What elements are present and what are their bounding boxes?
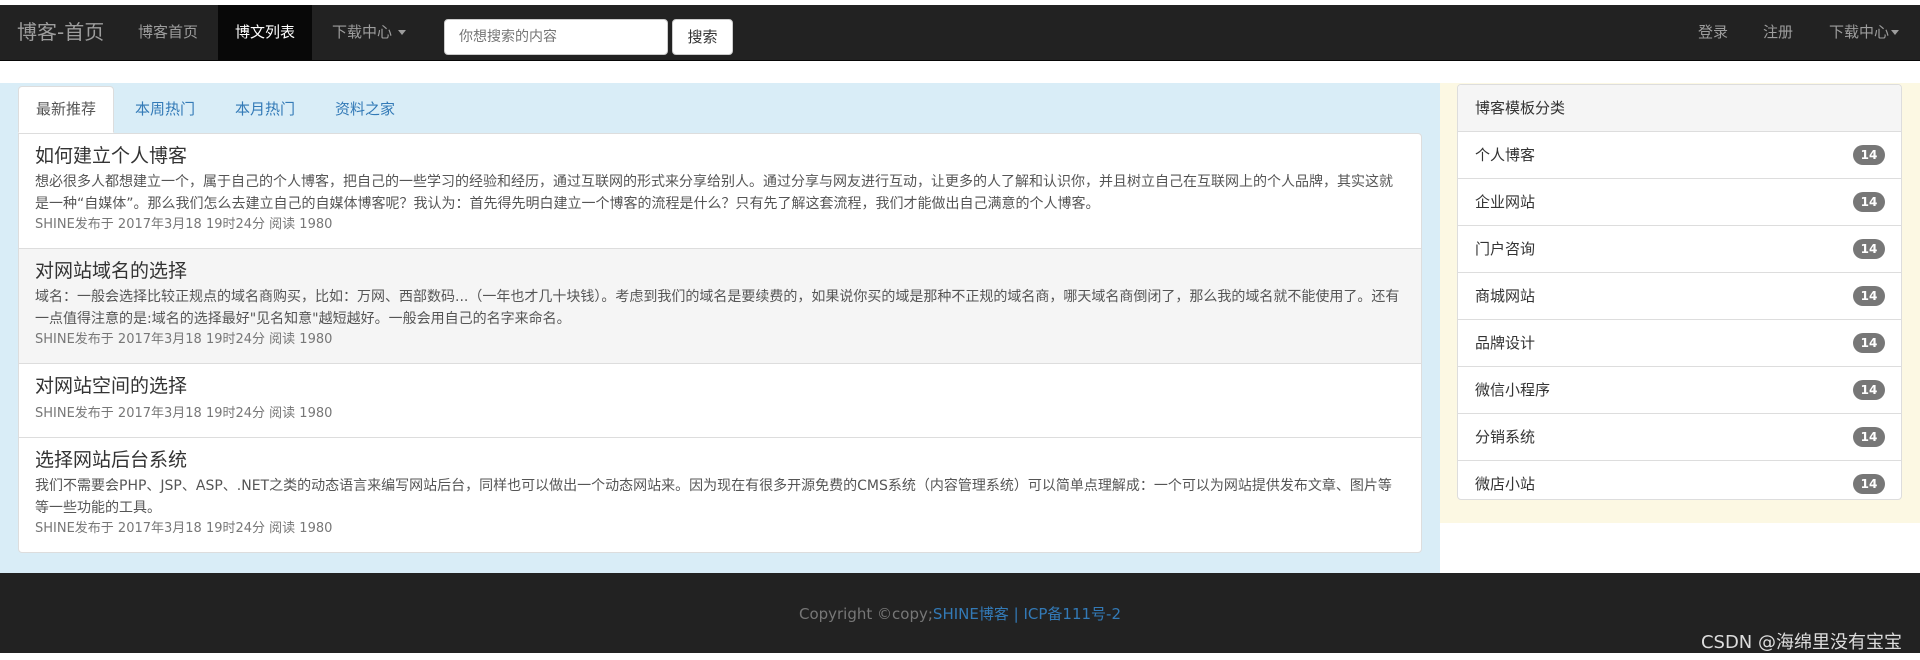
bottom-strip <box>0 653 1920 660</box>
sidebar-item-label: 品牌设计 <box>1475 334 1536 352</box>
caret-down-icon <box>1891 30 1900 35</box>
navbar: 博客-首页 博客首页 博文列表 下载中心 搜索 登录 注册 下载中心 <box>0 5 1920 61</box>
sidebar-item-brand-design[interactable]: 品牌设计 14 <box>1458 320 1901 367</box>
search-input[interactable] <box>444 19 668 55</box>
nav-item-register[interactable]: 注册 <box>1746 5 1810 60</box>
tab-weekly-hot[interactable]: 本周热门 <box>118 86 212 133</box>
footer-link-blog[interactable]: SHINE博客 <box>933 605 1009 623</box>
sidebar-item-label: 商城网站 <box>1475 287 1536 305</box>
caret-down-icon <box>398 30 407 35</box>
footer: Copyright ©copy;SHINE博客 | ICP备111号-2 CSD… <box>0 573 1920 653</box>
sidebar-item-label: 企业网站 <box>1475 193 1536 211</box>
count-badge: 14 <box>1853 192 1885 212</box>
article-summary: 我们不需要会PHP、JSP、ASP、.NET之类的动态语言来编写网站后台，同样也… <box>35 478 1392 516</box>
template-category-panel: 博客模板分类 个人博客 14 企业网站 14 门户咨询 14 商城网站 14 品牌设计 1… <box>1457 84 1902 500</box>
article-meta: SHINE发布于 2017年3月18 19时24分 阅读 1980 <box>35 332 333 347</box>
list-item[interactable]: 选择网站后台系统 我们不需要会PHP、JSP、ASP、.NET之类的动态语言来编… <box>19 438 1421 552</box>
nav-item-article-list[interactable]: 博文列表 <box>218 5 313 60</box>
count-badge: 14 <box>1853 145 1885 165</box>
nav-item-login[interactable]: 登录 <box>1681 5 1745 60</box>
nav-item-home[interactable]: 博客首页 <box>121 5 215 60</box>
nav-item-download-center[interactable]: 下载中心 <box>315 5 423 60</box>
tab-resources[interactable]: 资料之家 <box>318 86 412 133</box>
article-title[interactable]: 选择网站后台系统 <box>35 448 1405 472</box>
article-list: 如何建立个人博客 想必很多人都想建立一个，属于自己的个人博客，把自己的一些学习的… <box>18 133 1422 553</box>
count-badge: 14 <box>1853 474 1885 494</box>
sidebar-item-mall-site[interactable]: 商城网站 14 <box>1458 273 1901 320</box>
nav-item-download-center-right[interactable]: 下载中心 <box>1812 5 1907 60</box>
count-badge: 14 <box>1853 427 1885 447</box>
article-meta: SHINE发布于 2017年3月18 19时24分 阅读 1980 <box>35 406 333 421</box>
sidebar-item-micro-store[interactable]: 微店小站 14 <box>1458 461 1901 507</box>
sidebar-item-label: 个人博客 <box>1475 146 1536 164</box>
article-title[interactable]: 对网站空间的选择 <box>35 374 1405 398</box>
article-meta: SHINE发布于 2017年3月18 19时24分 阅读 1980 <box>35 217 333 232</box>
tab-latest[interactable]: 最新推荐 <box>18 86 115 133</box>
sidebar-item-personal-blog[interactable]: 个人博客 14 <box>1458 132 1901 179</box>
article-summary: 域名：一般会选择比较正规点的域名商购买，比如：万网、西部数码...（一年也才几十… <box>35 289 1400 327</box>
list-item[interactable]: 对网站空间的选择 SHINE发布于 2017年3月18 19时24分 阅读 19… <box>19 364 1421 438</box>
search-button[interactable]: 搜索 <box>672 19 733 55</box>
sidebar-item-label: 分销系统 <box>1475 428 1536 446</box>
copyright-text: Copyright ©copy; <box>798 605 933 623</box>
nav-item-download-label: 下载中心 <box>332 23 393 41</box>
article-meta: SHINE发布于 2017年3月18 19时24分 阅读 1980 <box>35 521 333 536</box>
panel-heading: 博客模板分类 <box>1458 85 1901 132</box>
tab-monthly-hot[interactable]: 本月热门 <box>218 86 312 133</box>
csdn-watermark: CSDN @海绵里没有宝宝 <box>1700 632 1902 653</box>
sidebar-item-mini-program[interactable]: 微信小程序 14 <box>1458 367 1901 414</box>
article-summary: 想必很多人都想建立一个，属于自己的个人博客，把自己的一些学习的经验和经历，通过互… <box>35 174 1393 212</box>
count-badge: 14 <box>1853 333 1885 353</box>
sidebar-item-enterprise-site[interactable]: 企业网站 14 <box>1458 179 1901 226</box>
article-title[interactable]: 对网站域名的选择 <box>35 259 1405 283</box>
list-item[interactable]: 如何建立个人博客 想必很多人都想建立一个，属于自己的个人博客，把自己的一些学习的… <box>19 134 1421 249</box>
article-title[interactable]: 如何建立个人博客 <box>35 144 1405 168</box>
count-badge: 14 <box>1853 380 1885 400</box>
main-content: 最新推荐 本周热门 本月热门 资料之家 如何建立个人博客 想必很多人都想建立一个… <box>0 83 1440 573</box>
count-badge: 14 <box>1853 239 1885 259</box>
footer-link-icp[interactable]: ICP备111号-2 <box>1023 605 1121 623</box>
sidebar-item-label: 微信小程序 <box>1475 381 1551 399</box>
footer-separator: | <box>1013 605 1019 623</box>
count-badge: 14 <box>1853 286 1885 306</box>
brand-link[interactable]: 博客-首页 <box>17 5 104 60</box>
list-item[interactable]: 对网站域名的选择 域名：一般会选择比较正规点的域名商购买，比如：万网、西部数码.… <box>19 249 1421 364</box>
sidebar-item-label: 微店小站 <box>1475 475 1536 493</box>
nav-item-download-right-label: 下载中心 <box>1829 23 1890 41</box>
sidebar-item-label: 门户咨询 <box>1475 240 1536 258</box>
sidebar-item-distribution[interactable]: 分销系统 14 <box>1458 414 1901 461</box>
footer-copyright: Copyright ©copy;SHINE博客 | ICP备111号-2 <box>0 603 1920 624</box>
sidebar-item-portal[interactable]: 门户咨询 14 <box>1458 226 1901 273</box>
